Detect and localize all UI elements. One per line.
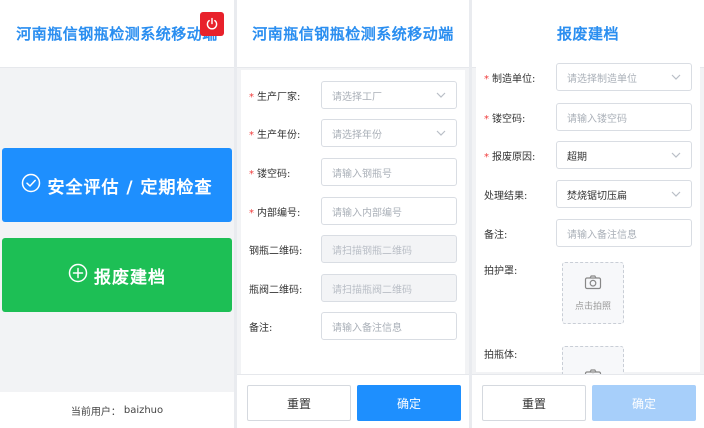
cylinder-qr-input[interactable]: 请扫描钢瓶二维码: [321, 235, 457, 263]
confirm-button[interactable]: 确定: [357, 385, 461, 421]
internal-placeholder: 请输入内部编号: [332, 207, 402, 219]
year-select[interactable]: 请选择年份: [321, 119, 457, 147]
note-label: 备注:: [249, 322, 273, 334]
field-manufacturing-unit: * 制造单位: 请选择制造单位: [476, 62, 700, 92]
camera-icon: [584, 274, 602, 293]
field-manufacturer: * 生产厂家: 请选择工厂: [241, 80, 465, 110]
chevron-down-icon: [436, 129, 446, 140]
safety-check-label: 安全评估 / 定期检查: [47, 177, 213, 198]
maker-select[interactable]: 请选择制造单位: [556, 63, 692, 91]
plus-circle-icon: [68, 263, 88, 288]
confirm-button[interactable]: 确定: [592, 385, 696, 421]
field-note: 备注: 请输入备注信息: [241, 311, 465, 341]
maker-label: 制造单位:: [492, 73, 536, 85]
scrap-archive-button[interactable]: 报废建档: [2, 238, 232, 312]
header: 河南瓶信钢瓶检测系统移动端: [237, 0, 469, 68]
stamp-input[interactable]: 请输入镂空码: [556, 103, 692, 131]
app-title: 河南瓶信钢瓶检测系统移动端: [16, 25, 218, 43]
photo-body-label: 拍瓶体:: [484, 349, 518, 361]
manufacturer-label: 生产厂家:: [257, 91, 301, 103]
manufacturer-select[interactable]: 请选择工厂: [321, 81, 457, 109]
year-label: 生产年份:: [257, 129, 301, 141]
reason-select[interactable]: 超期: [556, 141, 692, 169]
app-title: 河南瓶信钢瓶检测系统移动端: [252, 25, 454, 43]
current-user-name: baizhuo: [123, 404, 164, 416]
cylinder-qr-label: 钢瓶二维码:: [249, 245, 303, 257]
action-bar: 重置 确定: [237, 374, 469, 428]
header: 河南瓶信钢瓶检测系统移动端: [0, 0, 234, 68]
reset-button[interactable]: 重置: [247, 385, 351, 421]
home-screen: 河南瓶信钢瓶检测系统移动端 安全评估 / 定期检查 报废建档 当前用户： bai…: [0, 0, 234, 428]
field-cylinder-qr: 钢瓶二维码: 请扫描钢瓶二维码: [241, 234, 465, 264]
photo-cover-label: 拍护罩:: [484, 265, 518, 277]
chevron-down-icon: [671, 190, 681, 201]
scrap-archive-screen: 报废建档 * 制造单位: 请选择制造单位 * 镂空码: 请输入镂空码 * 报废原因: …: [472, 0, 704, 428]
result-value: 焚烧锯切压扁: [567, 190, 627, 202]
note-placeholder: 请输入备注信息: [567, 229, 637, 241]
stamp-input[interactable]: 请输入钢瓶号: [321, 158, 457, 186]
power-icon[interactable]: [200, 12, 224, 36]
inspection-form: * 生产厂家: 请选择工厂 * 生产年份: 请选择年份 * 镂空码: 请输入钢瓶号 *…: [241, 70, 465, 374]
valve-qr-placeholder: 请扫描瓶阀二维码: [332, 284, 412, 296]
chevron-down-icon: [436, 91, 446, 102]
field-production-year: * 生产年份: 请选择年份: [241, 118, 465, 148]
field-valve-qr: 瓶阀二维码: 请扫描瓶阀二维码: [241, 273, 465, 303]
field-disposal-result: 处理结果: 焚烧锯切压扁: [476, 179, 700, 209]
cylinder-qr-placeholder: 请扫描钢瓶二维码: [332, 245, 412, 257]
current-user: 当前用户： baizhuo: [0, 392, 234, 428]
scrap-archive-label: 报废建档: [94, 267, 166, 288]
field-internal-number: * 内部编号: 请输入内部编号: [241, 196, 465, 226]
note-input[interactable]: 请输入备注信息: [321, 312, 457, 340]
field-stamp-code: * 镂空码: 请输入钢瓶号: [241, 157, 465, 187]
internal-label: 内部编号:: [257, 207, 301, 219]
manufacturer-placeholder: 请选择工厂: [332, 91, 382, 103]
reset-button[interactable]: 重置: [482, 385, 586, 421]
action-bar: 重置 确定: [472, 374, 704, 428]
note-placeholder: 请输入备注信息: [332, 322, 402, 334]
note-label: 备注:: [484, 229, 508, 241]
reason-label: 报废原因:: [492, 151, 536, 163]
inspection-form-screen: 河南瓶信钢瓶检测系统移动端 * 生产厂家: 请选择工厂 * 生产年份: 请选择年份 …: [237, 0, 469, 428]
stamp-label: 镂空码:: [257, 168, 291, 180]
field-scrap-reason: * 报废原因: 超期: [476, 140, 700, 170]
photo-cover-upload[interactable]: 点击拍照: [562, 262, 624, 324]
valve-qr-label: 瓶阀二维码:: [249, 284, 303, 296]
result-label: 处理结果:: [484, 190, 528, 202]
internal-number-input[interactable]: 请输入内部编号: [321, 197, 457, 225]
stamp-placeholder: 请输入钢瓶号: [332, 168, 392, 180]
stamp-placeholder: 请输入镂空码: [567, 113, 627, 125]
check-circle-icon: [21, 173, 41, 198]
header: 报废建档: [472, 0, 704, 68]
safety-check-button[interactable]: 安全评估 / 定期检查: [2, 148, 232, 222]
valve-qr-input[interactable]: 请扫描瓶阀二维码: [321, 274, 457, 302]
note-input[interactable]: 请输入备注信息: [556, 219, 692, 247]
maker-placeholder: 请选择制造单位: [567, 73, 637, 85]
chevron-down-icon: [671, 151, 681, 162]
chevron-down-icon: [671, 73, 681, 84]
scrap-form: * 制造单位: 请选择制造单位 * 镂空码: 请输入镂空码 * 报废原因: 超期 处理…: [476, 62, 700, 408]
result-select[interactable]: 焚烧锯切压扁: [556, 180, 692, 208]
current-user-prefix: 当前用户：: [70, 406, 121, 418]
year-placeholder: 请选择年份: [332, 129, 382, 141]
photo-tap-label: 点击拍照: [574, 302, 611, 312]
field-note: 备注: 请输入备注信息: [476, 218, 700, 248]
page-title: 报废建档: [556, 25, 619, 43]
reason-value: 超期: [567, 151, 587, 163]
stamp-label: 镂空码:: [492, 113, 526, 125]
field-stamp-code: * 镂空码: 请输入镂空码: [476, 102, 700, 132]
